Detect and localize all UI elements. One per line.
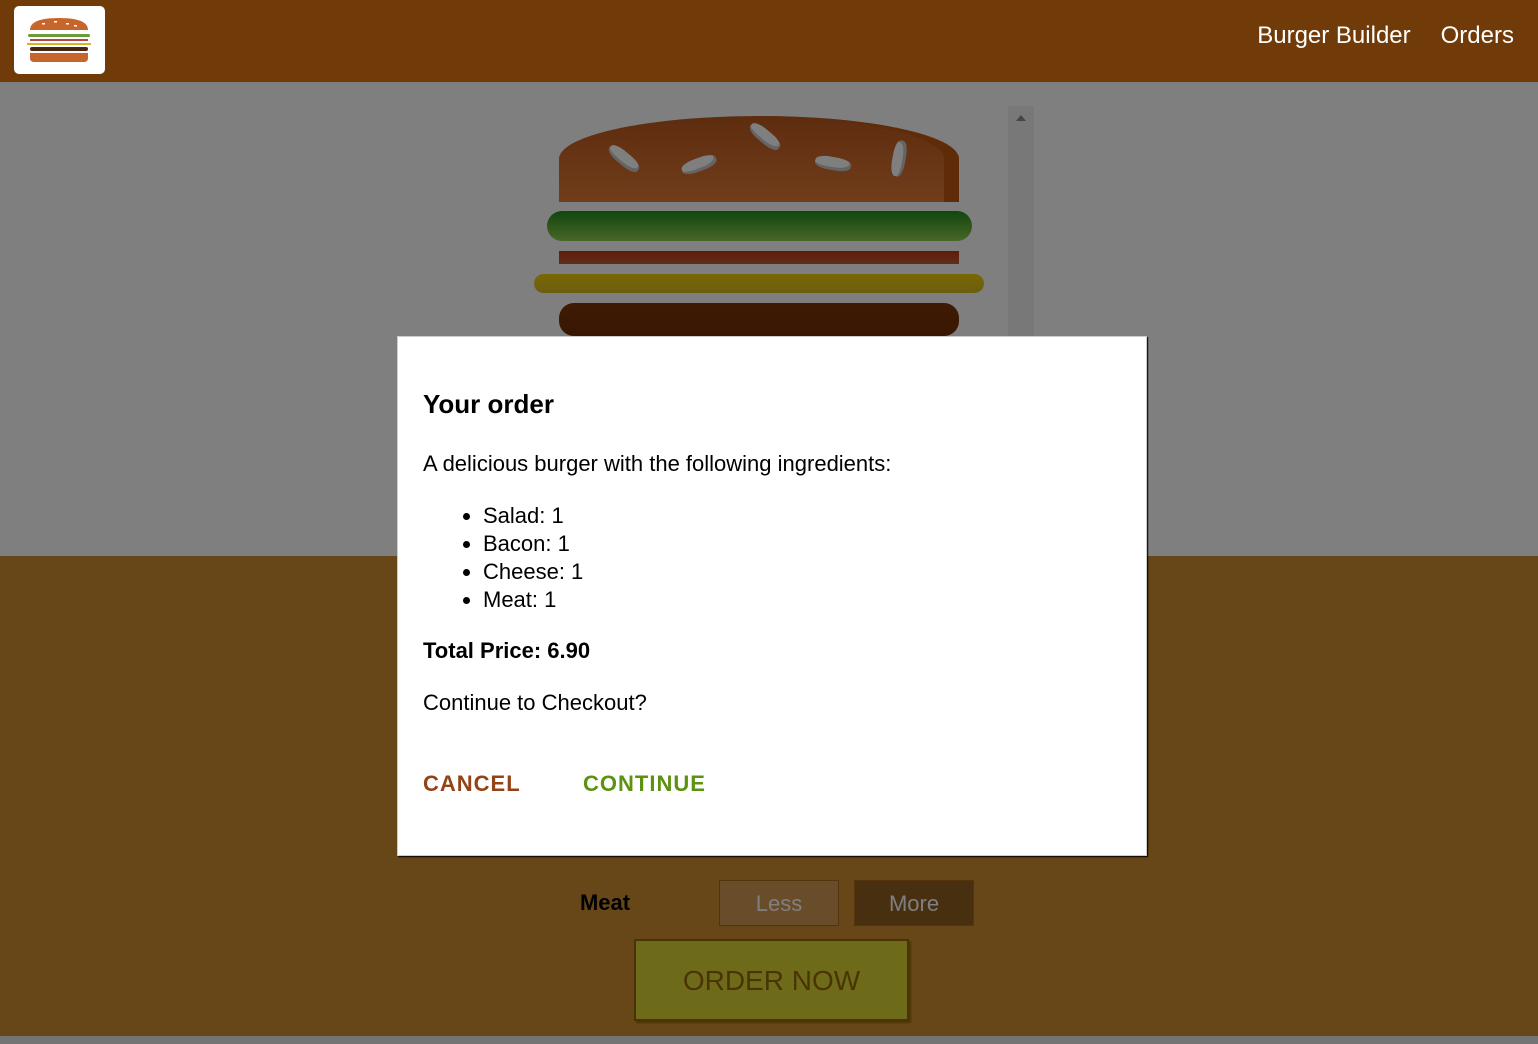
ingredient-list: Salad: 1 Bacon: 1 Cheese: 1 Meat: 1 <box>423 502 583 614</box>
nav-burger-builder[interactable]: Burger Builder <box>1257 22 1410 50</box>
page: Burger Builder Orders Meat Less More ORD… <box>0 0 1538 1044</box>
burger-logo-icon <box>27 18 91 62</box>
modal-title: Your order <box>423 389 554 419</box>
order-summary-modal: Your order A delicious burger with the f… <box>397 336 1147 856</box>
modal-description: A delicious burger with the following in… <box>423 451 892 476</box>
main-nav: Burger Builder Orders <box>1257 0 1514 72</box>
nav-orders[interactable]: Orders <box>1441 22 1514 50</box>
list-item: Bacon: 1 <box>483 530 583 558</box>
list-item: Salad: 1 <box>483 502 583 530</box>
toolbar: Burger Builder Orders <box>0 0 1538 82</box>
checkout-question: Continue to Checkout? <box>423 690 647 715</box>
cancel-button[interactable]: CANCEL <box>423 771 521 797</box>
list-item: Cheese: 1 <box>483 558 583 586</box>
continue-button[interactable]: CONTINUE <box>583 771 706 797</box>
logo[interactable] <box>14 6 105 74</box>
list-item: Meat: 1 <box>483 586 583 614</box>
total-price: Total Price: 6.90 <box>423 638 591 663</box>
